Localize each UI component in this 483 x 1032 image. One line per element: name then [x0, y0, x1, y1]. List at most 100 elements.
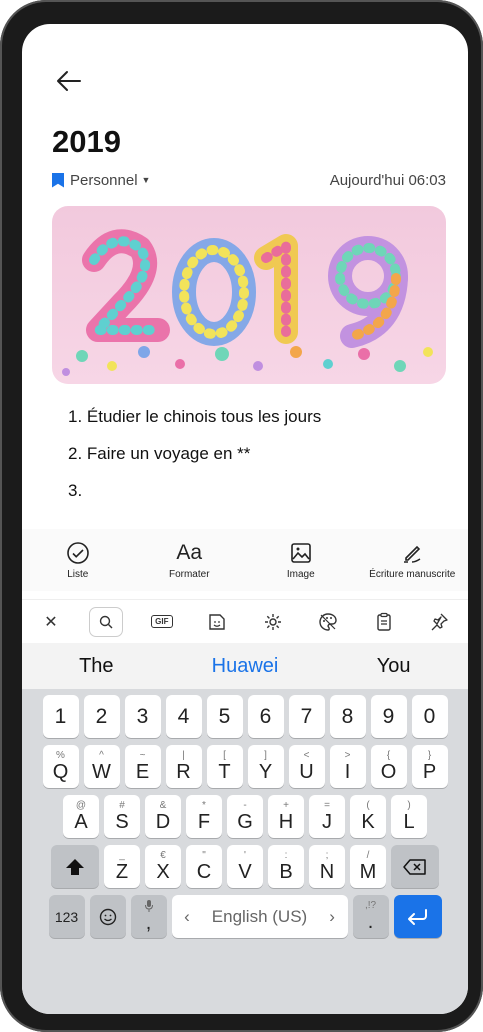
- key-label: 7: [300, 704, 313, 728]
- key[interactable]: ^ W: [83, 745, 120, 788]
- key[interactable]: _ Z: [104, 845, 140, 888]
- key-label: D: [155, 810, 171, 833]
- note-title[interactable]: 2019: [52, 124, 121, 160]
- letter-row-1: % Q ^ W ~ E | R [T ] Y < U > I {O } P: [26, 745, 464, 788]
- key-label: Q: [52, 760, 69, 783]
- pin-icon: [431, 613, 448, 630]
- enter-key[interactable]: [393, 895, 442, 938]
- key-sub: /: [366, 849, 370, 861]
- phone-frame: 2019 Personnel ▼ Aujourd'hui 06:03 1. Ét…: [0, 0, 483, 1032]
- pen-icon: [404, 545, 421, 563]
- key[interactable]: :B: [268, 845, 304, 888]
- space-key[interactable]: ‹ English (US) ›: [171, 895, 348, 938]
- key[interactable]: @ A: [63, 795, 99, 838]
- suggestion-item[interactable]: The: [22, 655, 171, 678]
- key[interactable]: 8: [329, 695, 366, 738]
- key[interactable]: } P: [411, 745, 448, 788]
- key[interactable]: 4: [165, 695, 202, 738]
- key[interactable]: / M: [350, 845, 386, 888]
- clipboard-button[interactable]: [367, 607, 401, 637]
- key[interactable]: 9: [370, 695, 407, 738]
- key[interactable]: = J: [309, 795, 345, 838]
- key[interactable]: ; N: [309, 845, 345, 888]
- key[interactable]: (K: [350, 795, 386, 838]
- suggestion-item[interactable]: Huawei: [171, 655, 320, 678]
- mode-key[interactable]: 123: [48, 895, 85, 938]
- key[interactable]: # S: [104, 795, 140, 838]
- key[interactable]: & D: [145, 795, 181, 838]
- image-button[interactable]: Image: [245, 529, 357, 591]
- screen: 2019 Personnel ▼ Aujourd'hui 06:03 1. Ét…: [22, 24, 468, 1014]
- key[interactable]: % Q: [42, 745, 79, 788]
- period-key[interactable]: ,!?.: [352, 895, 389, 938]
- list-button[interactable]: Liste: [22, 529, 134, 591]
- key-label: A: [74, 810, 88, 833]
- key[interactable]: 1: [42, 695, 79, 738]
- key-sub: ;: [325, 849, 329, 861]
- gif-button[interactable]: GIF: [145, 607, 179, 637]
- keyboard-search-button[interactable]: [89, 606, 124, 637]
- key[interactable]: € X: [145, 845, 181, 888]
- pin-button[interactable]: [422, 607, 456, 637]
- key-sub: =: [324, 799, 330, 811]
- suggestion-item[interactable]: You: [319, 655, 468, 678]
- key-sub: ): [407, 799, 411, 811]
- key-label: B: [279, 860, 293, 883]
- close-keyboard-button[interactable]: ✕: [34, 607, 68, 637]
- key[interactable]: + H: [268, 795, 304, 838]
- key[interactable]: < U: [288, 745, 325, 788]
- key[interactable]: 0: [411, 695, 448, 738]
- key-label: V: [238, 860, 252, 883]
- back-button[interactable]: [52, 64, 86, 98]
- key-sub: -: [243, 799, 247, 811]
- key-label: T: [218, 760, 231, 783]
- enter-icon: [407, 908, 427, 925]
- editor-toolbar: Liste Aa Formater Image Écriture manuscr…: [22, 529, 468, 591]
- sticker-button[interactable]: [200, 607, 234, 637]
- key-sub: :: [284, 849, 288, 861]
- key-label: R: [176, 760, 191, 783]
- list-item: 1. Étudier le chinois tous les jours: [68, 407, 322, 426]
- key[interactable]: 6: [247, 695, 284, 738]
- key-sub: [: [223, 749, 226, 761]
- key[interactable]: -G: [227, 795, 263, 838]
- search-icon: [100, 615, 113, 628]
- sticker-icon: [209, 613, 225, 630]
- gear-icon: [264, 613, 281, 630]
- key[interactable]: | R: [165, 745, 202, 788]
- emoji-key[interactable]: [89, 895, 126, 938]
- note-body[interactable]: 1. Étudier le chinois tous les jours 2. …: [68, 398, 438, 509]
- key[interactable]: 3: [124, 695, 161, 738]
- key[interactable]: " C: [186, 845, 222, 888]
- key-label: S: [115, 810, 129, 833]
- key[interactable]: ] Y: [247, 745, 284, 788]
- suggestion-bar: The Huawei You: [22, 643, 468, 689]
- back-arrow-icon: [57, 71, 81, 91]
- theme-button[interactable]: [311, 607, 345, 637]
- key[interactable]: > I: [329, 745, 366, 788]
- handwriting-button[interactable]: Écriture manuscrite: [357, 529, 469, 591]
- 2019-balloon-image: [52, 206, 446, 384]
- key-sub: }: [427, 749, 432, 761]
- key[interactable]: ) L: [391, 795, 427, 838]
- key[interactable]: * F: [186, 795, 222, 838]
- key-sub: ,!?: [364, 899, 377, 911]
- key[interactable]: ' V: [227, 845, 263, 888]
- folder-selector[interactable]: Personnel ▼: [52, 172, 150, 189]
- key-label: K: [361, 810, 375, 833]
- note-image[interactable]: [52, 206, 446, 384]
- comma-key[interactable]: ,: [130, 895, 167, 938]
- shift-key[interactable]: [51, 845, 99, 888]
- key[interactable]: ~ E: [124, 745, 161, 788]
- backspace-icon: [403, 858, 426, 875]
- format-button[interactable]: Aa Formater: [134, 529, 246, 591]
- key[interactable]: 7: [288, 695, 325, 738]
- backspace-key[interactable]: [391, 845, 439, 888]
- settings-button[interactable]: [256, 607, 290, 637]
- key[interactable]: {O: [370, 745, 407, 788]
- image-icon: [290, 542, 311, 563]
- key[interactable]: 2: [83, 695, 120, 738]
- note-timestamp: Aujourd'hui 06:03: [329, 171, 446, 189]
- key[interactable]: 5: [206, 695, 243, 738]
- key[interactable]: [T: [206, 745, 243, 788]
